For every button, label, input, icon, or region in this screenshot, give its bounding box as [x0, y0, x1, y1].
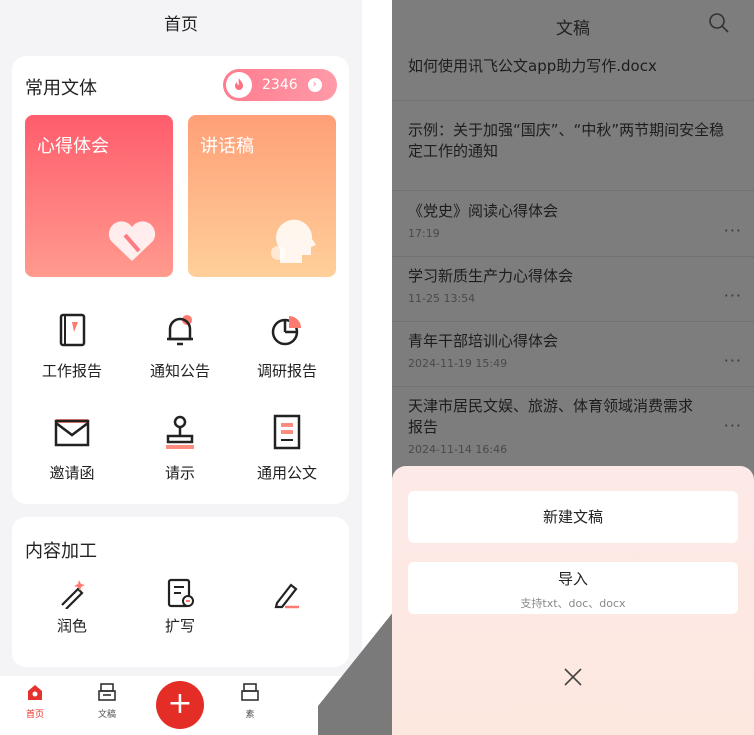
doc-date: 17:19	[408, 227, 440, 240]
divider-wedge	[318, 606, 398, 735]
drafts-header: 文稿	[392, 0, 754, 46]
divider	[392, 386, 754, 387]
doc-item[interactable]: 青年干部培训心得体会 2024-11-19 15:49 ···	[408, 331, 741, 370]
hot-count: 2346	[262, 77, 298, 93]
more-options-icon[interactable]: ···	[724, 221, 742, 240]
tool-label: 扩写	[164, 617, 195, 635]
tab-home[interactable]: 首页	[15, 682, 55, 720]
bell-icon	[160, 310, 200, 350]
card-label: 心得体会	[37, 136, 109, 157]
doc-name: 《党史》阅读心得体会	[408, 202, 559, 220]
tab-materials[interactable]: 素	[230, 682, 270, 720]
create-fab-button[interactable]: +	[156, 681, 204, 729]
tool-expand[interactable]: 扩写	[135, 577, 225, 636]
import-formats: 支持txt、doc、docx	[520, 597, 626, 610]
doc-date: 11-25 13:54	[408, 292, 476, 305]
fire-icon	[226, 72, 252, 98]
doc-item[interactable]: 天津市居民文娱、旅游、体育领域消费需求报告 2024-11-14 16:46 ·…	[408, 396, 741, 456]
grid-item-research[interactable]: 调研报告	[242, 310, 332, 381]
magic-pen-icon	[56, 577, 88, 610]
tab-drafts[interactable]: 文稿	[87, 682, 127, 720]
speaker-head-icon	[271, 219, 316, 263]
grid-label: 调研报告	[256, 362, 317, 380]
doc-date: 2024-11-19 15:49	[408, 357, 508, 370]
tab-label: 文稿	[97, 710, 116, 720]
section-title-common: 常用文体	[25, 78, 97, 99]
tab-label: 素	[245, 710, 255, 720]
drafts-icon	[98, 683, 116, 701]
import-label: 导入	[557, 570, 588, 588]
card-speech[interactable]: 讲话稿	[188, 115, 336, 277]
grid-item-general-doc[interactable]: 通用公文	[242, 412, 332, 483]
common-styles-card: 常用文体 2346 › 心得体会 讲话稿 工作报告 通知公告 调研报告 邀请函 …	[12, 56, 349, 504]
action-sheet: 新建文稿 导入 支持txt、doc、docx	[392, 466, 754, 735]
doc-name: 示例：关于加强“国庆”、“中秋”两节期间安全稳定工作的通知	[408, 121, 725, 160]
doc-name: 青年干部培训心得体会	[408, 332, 559, 350]
pie-chart-icon	[267, 310, 307, 350]
grid-label: 通用公文	[256, 464, 317, 482]
grid-item-work-report[interactable]: 工作报告	[27, 310, 117, 381]
doc-item[interactable]: 示例：关于加强“国庆”、“中秋”两节期间安全稳定工作的通知	[408, 120, 738, 162]
new-draft-button[interactable]: 新建文稿	[408, 491, 738, 543]
more-options-icon[interactable]: ···	[724, 416, 742, 435]
doc-name: 如何使用讯飞公文app助力写作.docx	[408, 57, 657, 75]
doc-name: 学习新质生产力心得体会	[408, 267, 574, 285]
doc-item[interactable]: 如何使用讯飞公文app助力写作.docx	[408, 56, 738, 77]
hot-count-badge[interactable]: 2346 ›	[223, 69, 337, 101]
notebook-icon	[52, 310, 92, 350]
grid-item-invitation[interactable]: 邀请函	[27, 412, 117, 483]
envelope-icon	[52, 412, 92, 452]
close-icon[interactable]	[562, 666, 584, 688]
divider	[392, 100, 754, 101]
doc-date: 2024-11-14 16:46	[408, 443, 508, 456]
card-label: 讲话稿	[200, 136, 254, 157]
grid-label: 通知公告	[149, 362, 210, 380]
divider	[392, 190, 754, 191]
home-icon	[28, 685, 42, 700]
doc-item[interactable]: 学习新质生产力心得体会 11-25 13:54 ···	[408, 266, 741, 305]
grid-item-notice[interactable]: 通知公告	[135, 310, 225, 381]
heart-icon	[108, 221, 156, 261]
chevron-right-icon: ›	[307, 78, 322, 92]
document-icon	[267, 412, 307, 452]
tool-label: 润色	[56, 617, 87, 635]
new-draft-label: 新建文稿	[542, 508, 603, 526]
tool-polish[interactable]: 润色	[27, 577, 117, 636]
grid-label: 请示	[164, 464, 195, 482]
divider	[392, 321, 754, 322]
doc-name: 天津市居民文娱、旅游、体育领域消费需求报告	[408, 397, 694, 436]
grid-item-request[interactable]: 请示	[135, 412, 225, 483]
grid-label: 邀请函	[49, 464, 95, 482]
more-options-icon[interactable]: ···	[724, 286, 742, 305]
section-title-processing: 内容加工	[25, 541, 97, 562]
page-title: 文稿	[556, 19, 590, 39]
stamp-icon	[160, 412, 200, 452]
content-processing-card: 内容加工 润色 扩写	[12, 517, 349, 667]
materials-icon	[241, 683, 259, 701]
drafts-screen: 文稿 如何使用讯飞公文app助力写作.docx 示例：关于加强“国庆”、“中秋”…	[392, 0, 754, 735]
tab-label: 首页	[25, 710, 44, 720]
home-screen: 首页 常用文体 2346 › 心得体会 讲话稿 工作报告 通知公告 调研报告 邀…	[0, 0, 362, 735]
pencil-icon	[271, 577, 303, 609]
divider	[392, 256, 754, 257]
page-title: 首页	[164, 15, 198, 35]
search-icon[interactable]	[708, 12, 730, 34]
expand-doc-icon	[164, 577, 196, 609]
more-options-icon[interactable]: ···	[724, 351, 742, 370]
card-experience[interactable]: 心得体会	[25, 115, 173, 277]
import-button[interactable]: 导入 支持txt、doc、docx	[408, 562, 738, 614]
grid-label: 工作报告	[41, 362, 102, 380]
doc-item[interactable]: 《党史》阅读心得体会 17:19 ···	[408, 201, 741, 240]
